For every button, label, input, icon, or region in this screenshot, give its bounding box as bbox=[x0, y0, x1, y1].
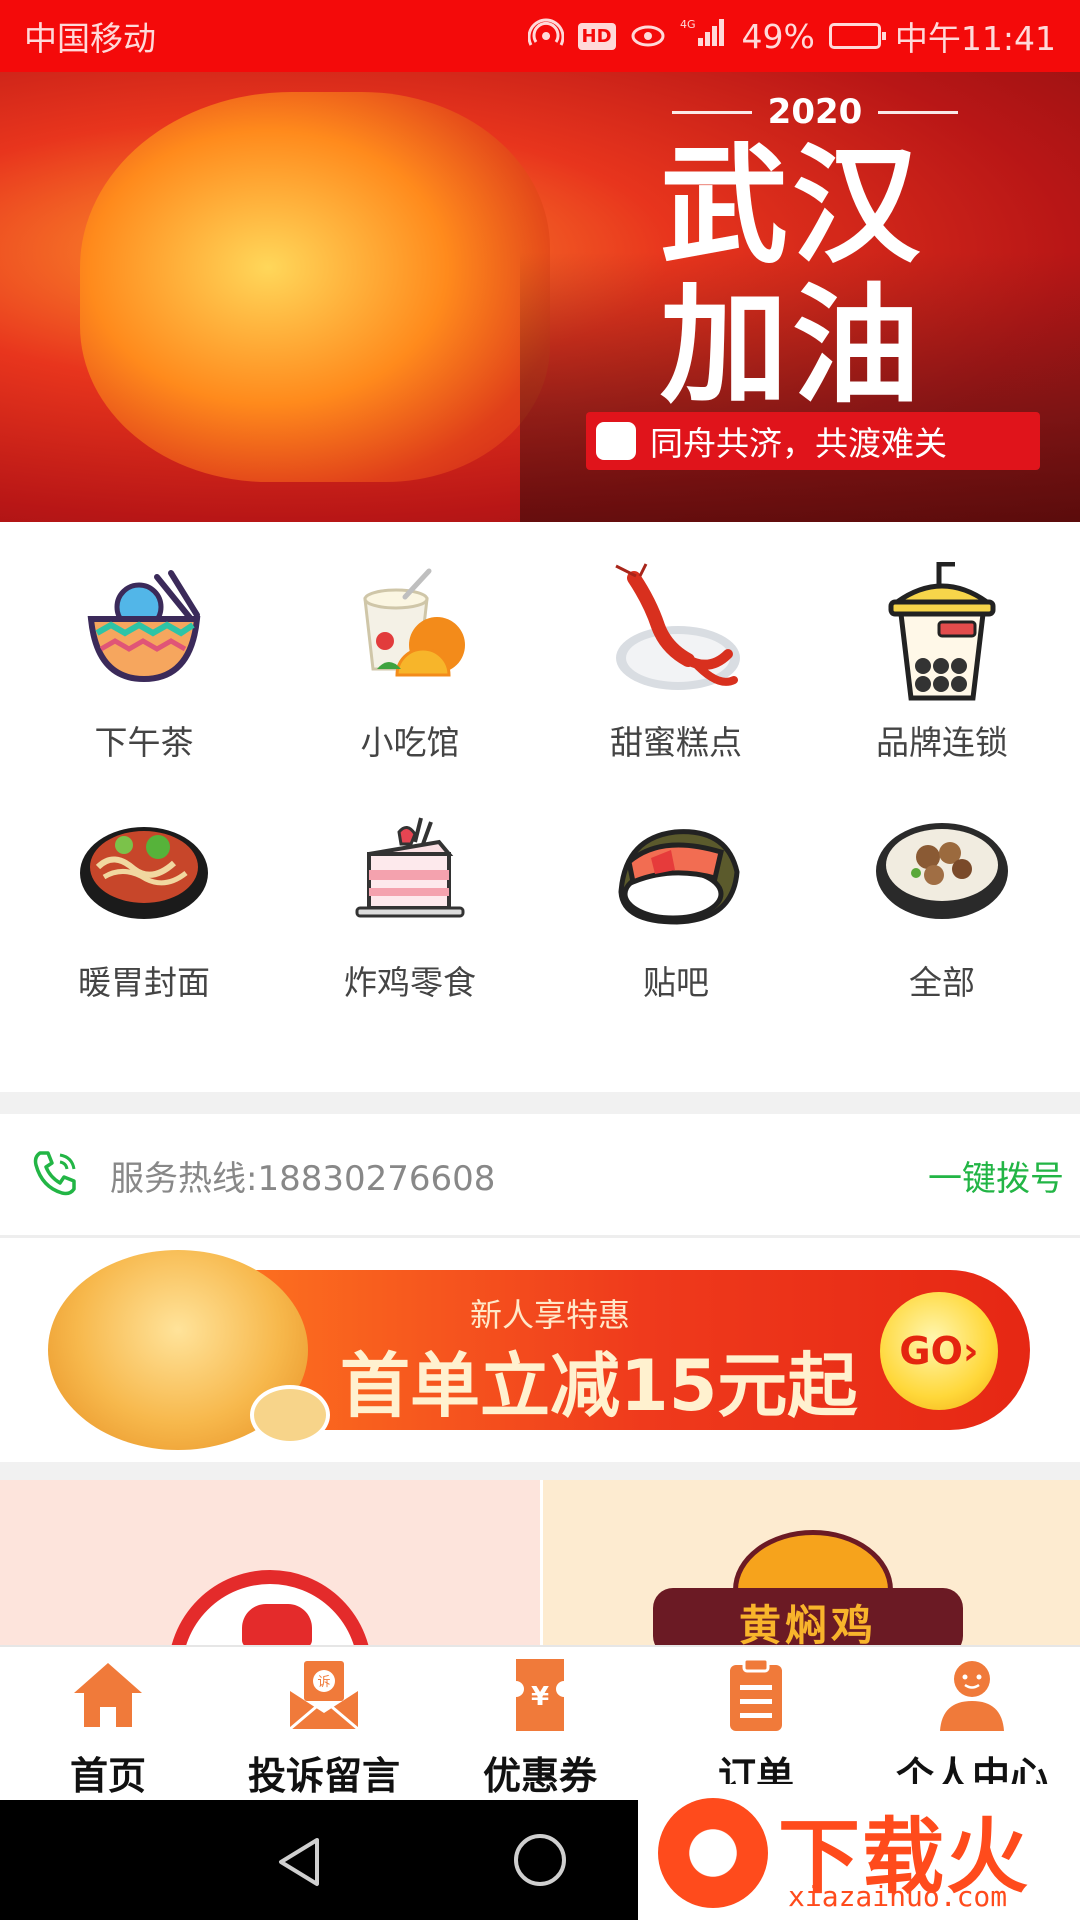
divider bbox=[0, 1235, 1080, 1238]
watermark: 下载火 xiazaihuo.com bbox=[638, 1784, 1080, 1920]
shop-logo-text: 黄焖鸡 bbox=[653, 1588, 963, 1645]
category-item-sweet-pastry[interactable]: 甜蜜糕点 bbox=[566, 562, 786, 772]
tab-label: 投诉留言 bbox=[247, 1754, 400, 1798]
home-button-icon[interactable] bbox=[514, 1834, 566, 1886]
hd-badge: HD bbox=[577, 22, 616, 50]
tab-label: 首页 bbox=[69, 1754, 146, 1798]
section-separator bbox=[0, 1092, 1080, 1114]
signal-icon: 4G bbox=[680, 16, 728, 56]
promo-headline: 首单立减15元起 bbox=[340, 1345, 858, 1427]
tab-complaint[interactable]: 诉 投诉留言 bbox=[216, 1647, 432, 1800]
clipboard-icon bbox=[715, 1657, 797, 1733]
category-label: 全部 bbox=[909, 963, 975, 1002]
banner-year-row: 2020 bbox=[665, 92, 965, 132]
banner-slogan: 同舟共济，共渡难关 bbox=[586, 412, 1040, 470]
category-item-all[interactable]: 全部 bbox=[832, 802, 1052, 1012]
watermark-logo-icon bbox=[658, 1798, 768, 1908]
yogurt-icon bbox=[340, 562, 480, 702]
shop-card[interactable]: 黄焖鸡 bbox=[543, 1480, 1080, 1645]
promo-go-button[interactable]: GO› bbox=[880, 1292, 998, 1410]
lobster-icon bbox=[606, 562, 746, 702]
person-icon bbox=[931, 1657, 1013, 1733]
category-label: 甜蜜糕点 bbox=[610, 723, 742, 762]
hero-banner[interactable]: 2020 武汉 加油 同舟共济，共渡难关 bbox=[0, 72, 1080, 522]
watermark-url: xiazaihuo.com bbox=[788, 1880, 1008, 1913]
one-tap-dial-button[interactable]: 一键拨号 bbox=[928, 1151, 1064, 1200]
featured-shops: 黄焖鸡 bbox=[0, 1480, 1080, 1645]
category-label: 下午茶 bbox=[94, 723, 194, 762]
coupon-icon: ¥ bbox=[499, 1657, 581, 1733]
tab-orders[interactable]: 订单 bbox=[648, 1647, 864, 1800]
category-label: 小吃馆 bbox=[360, 723, 460, 762]
noodle-bowl-icon bbox=[74, 802, 214, 942]
banner-title-line2: 加油 bbox=[660, 272, 925, 421]
status-icons: HD 4G 49% 中午11:41 bbox=[527, 12, 1056, 60]
banner-slogan-text: 同舟共济，共渡难关 bbox=[650, 424, 947, 463]
sushi-icon bbox=[606, 802, 746, 942]
home-icon bbox=[67, 1657, 149, 1733]
chef-hat-icon bbox=[242, 1604, 312, 1645]
banner-title: 武汉 加油 bbox=[660, 137, 980, 417]
section-separator bbox=[0, 1462, 1080, 1480]
svg-text:诉: 诉 bbox=[317, 1675, 330, 1690]
fist-graphic bbox=[80, 92, 550, 482]
category-grid: 下午茶 小吃馆 甜蜜糕点 品牌连锁 暖胃封面 炸鸡零食 贴吧 全部 bbox=[0, 522, 1080, 1092]
carrier-name: 中国移动 bbox=[24, 19, 156, 58]
service-hotline: 服务热线:18830276608 一键拨号 bbox=[0, 1115, 1080, 1235]
rice-bowl-icon bbox=[872, 802, 1012, 942]
status-time: 中午11:41 bbox=[894, 19, 1056, 58]
category-item-snack-house[interactable]: 小吃馆 bbox=[300, 562, 520, 772]
back-icon[interactable] bbox=[275, 1836, 323, 1892]
shop-card[interactable] bbox=[0, 1480, 540, 1645]
banner-year: 2020 bbox=[767, 92, 863, 132]
hotline-number: 服务热线:18830276608 bbox=[110, 1158, 496, 1199]
fist-badge-icon bbox=[596, 422, 636, 460]
complaint-icon: 诉 bbox=[283, 1657, 365, 1733]
battery-icon bbox=[828, 23, 886, 49]
category-label: 品牌连锁 bbox=[876, 723, 1008, 762]
banner-title-line1: 武汉 bbox=[660, 132, 925, 281]
hotspot-icon bbox=[527, 17, 564, 56]
tab-coupons[interactable]: ¥ 优惠券 bbox=[432, 1647, 648, 1800]
svg-text:4G: 4G bbox=[680, 18, 696, 31]
phone-icon bbox=[30, 1147, 82, 1203]
tab-home[interactable]: 首页 bbox=[0, 1647, 216, 1800]
battery-percent: 49% bbox=[741, 16, 815, 56]
eye-icon bbox=[630, 17, 666, 56]
sauce-cup-image bbox=[250, 1385, 330, 1445]
tab-label: 优惠券 bbox=[482, 1754, 597, 1798]
status-bar: 中国移动 HD 4G 49% 中午11:41 bbox=[0, 0, 1080, 72]
category-item-afternoon-tea[interactable]: 下午茶 bbox=[34, 562, 254, 772]
new-user-promo-banner[interactable]: 新人享特惠 首单立减15元起 GO› bbox=[0, 1240, 1080, 1462]
bubble-tea-icon bbox=[872, 562, 1012, 702]
bowl-icon bbox=[74, 562, 214, 702]
chef-hat-logo bbox=[168, 1570, 372, 1645]
category-item-brand-chain[interactable]: 品牌连锁 bbox=[832, 562, 1052, 772]
category-label: 暖胃封面 bbox=[78, 963, 210, 1002]
category-label: 贴吧 bbox=[643, 963, 709, 1002]
bottom-tab-bar: 首页 诉 投诉留言 ¥ 优惠券 订单 个人中心 bbox=[0, 1645, 1080, 1800]
tab-profile[interactable]: 个人中心 bbox=[864, 1647, 1080, 1800]
category-item-warm-noodles[interactable]: 暖胃封面 bbox=[34, 802, 254, 1012]
svg-text:¥: ¥ bbox=[531, 1682, 549, 1712]
category-item-forum[interactable]: 贴吧 bbox=[566, 802, 786, 1012]
cake-icon bbox=[340, 802, 480, 942]
category-item-fried-chicken[interactable]: 炸鸡零食 bbox=[300, 802, 520, 1012]
category-label: 炸鸡零食 bbox=[344, 963, 476, 1002]
